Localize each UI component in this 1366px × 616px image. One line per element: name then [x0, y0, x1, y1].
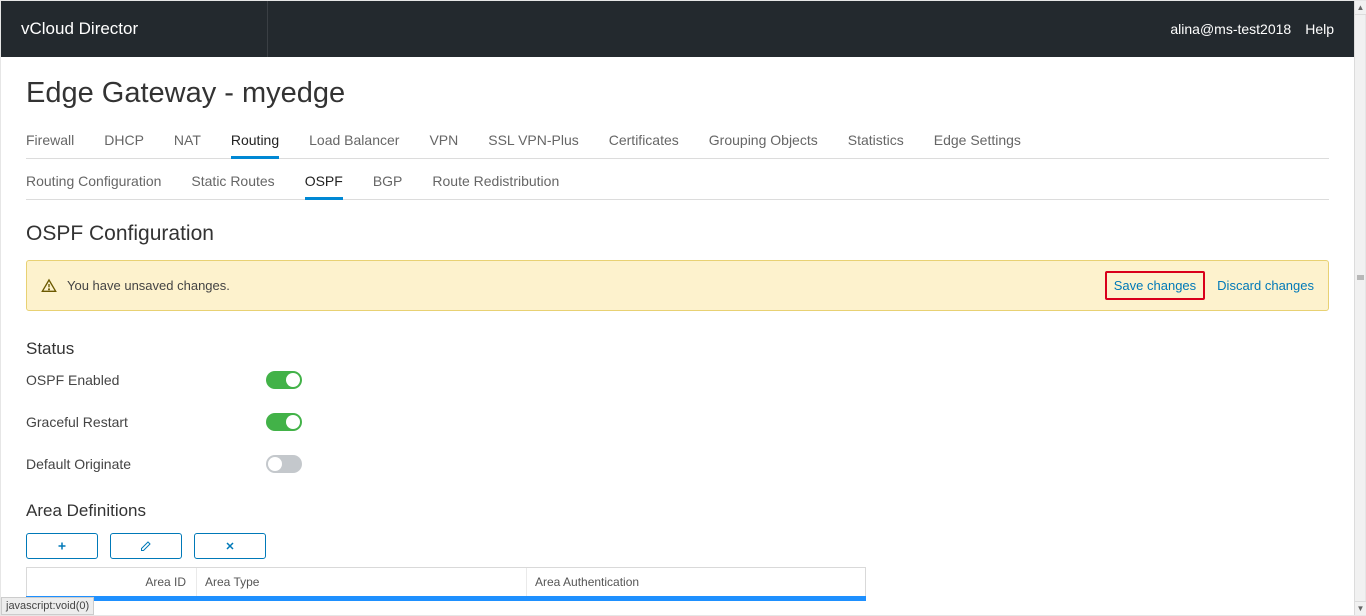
- toggle-graceful-restart[interactable]: [266, 413, 302, 431]
- primary-tabs: Firewall DHCP NAT Routing Load Balancer VPN SS…: [26, 124, 1329, 159]
- user-menu[interactable]: alina@ms-test2018: [1170, 21, 1291, 37]
- section-heading: OSPF Configuration: [26, 222, 1329, 246]
- setting-graceful-restart: Graceful Restart: [26, 413, 1329, 431]
- setting-ospf-enabled: OSPF Enabled: [26, 371, 1329, 389]
- scroll-down-arrow[interactable]: ▼: [1355, 601, 1366, 615]
- vertical-scrollbar[interactable]: ▲ ▼: [1354, 1, 1365, 615]
- edit-area-button[interactable]: [110, 533, 182, 559]
- x-icon: [224, 540, 236, 552]
- pencil-icon: [140, 540, 152, 552]
- column-header-area-auth[interactable]: Area Authentication: [527, 568, 865, 596]
- tab-certificates[interactable]: Certificates: [609, 124, 679, 159]
- scroll-up-arrow[interactable]: ▲: [1355, 1, 1366, 15]
- tab-firewall[interactable]: Firewall: [26, 124, 74, 159]
- alert-message: You have unsaved changes.: [67, 278, 230, 293]
- subtab-static-routes[interactable]: Static Routes: [191, 165, 274, 200]
- save-changes-button[interactable]: Save changes: [1105, 271, 1205, 300]
- subtab-ospf[interactable]: OSPF: [305, 165, 343, 200]
- app-title: vCloud Director: [21, 19, 258, 39]
- statusbar-text: javascript:void(0): [6, 600, 89, 612]
- setting-default-originate: Default Originate: [26, 455, 1329, 473]
- add-area-button[interactable]: [26, 533, 98, 559]
- area-definitions-heading: Area Definitions: [26, 501, 1329, 521]
- setting-label: Graceful Restart: [26, 414, 266, 430]
- delete-area-button[interactable]: [194, 533, 266, 559]
- tab-grouping-objects[interactable]: Grouping Objects: [709, 124, 818, 159]
- plus-icon: [56, 540, 68, 552]
- subtab-routing-configuration[interactable]: Routing Configuration: [26, 165, 161, 200]
- tab-statistics[interactable]: Statistics: [848, 124, 904, 159]
- app-header: vCloud Director alina@ms-test2018 Help: [1, 1, 1354, 57]
- column-header-area-type[interactable]: Area Type: [197, 568, 527, 596]
- browser-statusbar: javascript:void(0): [1, 597, 94, 615]
- toggle-ospf-enabled[interactable]: [266, 371, 302, 389]
- tab-dhcp[interactable]: DHCP: [104, 124, 144, 159]
- scroll-marker: [1357, 275, 1364, 280]
- column-header-area-id[interactable]: Area ID: [27, 568, 197, 596]
- tab-nat[interactable]: NAT: [174, 124, 201, 159]
- tab-load-balancer[interactable]: Load Balancer: [309, 124, 399, 159]
- secondary-tabs: Routing Configuration Static Routes OSPF BG…: [26, 165, 1329, 200]
- help-link[interactable]: Help: [1305, 21, 1334, 37]
- setting-label: OSPF Enabled: [26, 372, 266, 388]
- subtab-bgp[interactable]: BGP: [373, 165, 403, 200]
- table-loading-indicator: [26, 596, 866, 601]
- tab-routing[interactable]: Routing: [231, 124, 279, 159]
- discard-changes-button[interactable]: Discard changes: [1217, 278, 1314, 293]
- tab-vpn[interactable]: VPN: [429, 124, 458, 159]
- tab-edge-settings[interactable]: Edge Settings: [934, 124, 1021, 159]
- subtab-route-redistribution[interactable]: Route Redistribution: [432, 165, 559, 200]
- status-heading: Status: [26, 339, 1329, 359]
- toggle-default-originate[interactable]: [266, 455, 302, 473]
- area-definitions-table: Area ID Area Type Area Authentication: [26, 567, 866, 596]
- warning-icon: [41, 278, 57, 294]
- scroll-track[interactable]: [1355, 15, 1365, 601]
- unsaved-changes-alert: You have unsaved changes. Save changes D…: [26, 260, 1329, 311]
- page-title: Edge Gateway - myedge: [26, 77, 1329, 110]
- setting-label: Default Originate: [26, 456, 266, 472]
- tab-ssl-vpn-plus[interactable]: SSL VPN-Plus: [488, 124, 579, 159]
